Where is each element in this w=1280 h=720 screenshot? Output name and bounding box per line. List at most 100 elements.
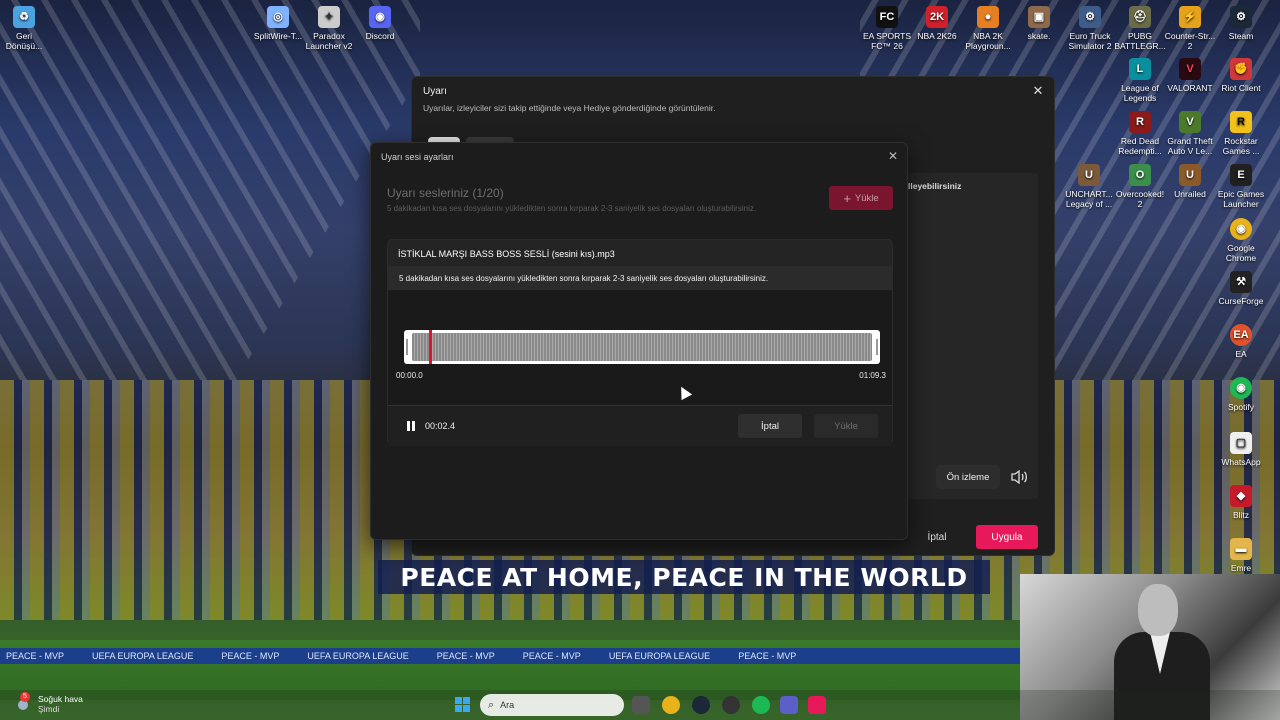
upload-label: Yükle — [854, 192, 879, 204]
skate-icon: ▣ — [1028, 6, 1050, 28]
desktop-icon-label: Rockstar Games ... — [1222, 136, 1260, 156]
desktop-icon-label: SplitWire-T... — [253, 31, 303, 41]
rockstar-icon: R — [1230, 111, 1252, 133]
valorant-icon: V — [1179, 58, 1201, 80]
waveform[interactable] — [412, 333, 872, 361]
search-placeholder: Ara — [500, 700, 515, 710]
desktop-icon-skate[interactable]: ▣ skate. — [1012, 6, 1066, 41]
desktop-icon-counter-strike[interactable]: ⚡ Counter-Str... 2 — [1163, 6, 1217, 51]
uncharted-icon: U — [1078, 164, 1100, 186]
desktop-icon-euro-truck[interactable]: ⚙ Euro Truck Simulator 2 — [1063, 6, 1117, 51]
file-name: İSTİKLAL MARŞI BASS BOSS SESLİ (sesini k… — [398, 249, 615, 259]
audio-trim-editor: İSTİKLAL MARŞI BASS BOSS SESLİ (sesini k… — [387, 239, 893, 446]
desktop-icon-league-of-legends[interactable]: L League of Legends — [1113, 58, 1167, 103]
desktop-icon-discord[interactable]: ◉ Discord — [353, 6, 407, 41]
ea-icon: EA — [1230, 324, 1252, 346]
trim-range[interactable] — [404, 330, 880, 364]
playhead[interactable] — [429, 330, 432, 364]
desktop-icon-splitwire[interactable]: ◎ SplitWire-T... — [251, 6, 305, 41]
desktop-icon-nba2k26[interactable]: 2K NBA 2K26 — [910, 6, 964, 41]
windows-start-icon[interactable] — [455, 697, 471, 713]
desktop-icon-uncharted[interactable]: U UNCHART... Legacy of ... — [1062, 164, 1116, 209]
overcooked-icon: O — [1129, 164, 1151, 186]
desktop-icon-recycle-bin[interactable]: ♻ Geri Dönüşü... — [0, 6, 51, 51]
trim-handle-start[interactable] — [406, 339, 408, 355]
pause-icon[interactable] — [406, 421, 416, 431]
desktop-icon-valorant[interactable]: V VALORANT — [1163, 58, 1217, 93]
current-time: 00:02.4 — [425, 421, 456, 431]
chrome-icon[interactable] — [662, 696, 680, 714]
desktop-icon-curseforge[interactable]: ⚒ CurseForge — [1214, 271, 1268, 306]
desktop-icon-label: NBA 2K26 — [917, 31, 957, 41]
league-icon: L — [1129, 58, 1151, 80]
desktop-icon-label: Paradox Launcher v2 — [305, 31, 353, 51]
desktop-icon-label: Red Dead Redempti... — [1118, 136, 1162, 156]
desktop-icon-ea-fc[interactable]: FC EA SPORTS FC™ 26 — [860, 6, 914, 51]
sounds-heading: Uyarı sesleriniz (1/20) — [387, 186, 504, 200]
board-text: PEACE - MVP — [436, 651, 495, 661]
euro-truck-icon: ⚙ — [1079, 6, 1101, 28]
teams-icon[interactable] — [780, 696, 798, 714]
desktop-icon-pubg[interactable]: ⛑ PUBG BATTLEGR... — [1113, 6, 1167, 51]
desktop-icon-label: Epic Games Launcher — [1217, 189, 1265, 209]
upload-button[interactable]: + Yükle — [829, 186, 893, 210]
desktop-icon-label: WhatsApp — [1221, 457, 1261, 467]
desktop-icon-blitz[interactable]: ◆ Blitz — [1214, 485, 1268, 520]
plus-icon: + — [843, 190, 851, 206]
close-icon[interactable]: ✕ — [1030, 83, 1046, 99]
app-icon[interactable] — [722, 696, 740, 714]
board-text: UEFA EUROPA LEAGUE — [307, 651, 409, 661]
close-icon[interactable]: ✕ — [885, 148, 901, 164]
desktop-icon-steam[interactable]: ⚙ Steam — [1214, 6, 1268, 41]
desktop-icon-gta-v[interactable]: V Grand Theft Auto V Le... — [1163, 111, 1217, 156]
steam-icon[interactable] — [692, 696, 710, 714]
pubg-icon: ⛑ — [1129, 6, 1151, 28]
weather-widget[interactable]: 5 Soğuk hava Şimdi — [14, 692, 83, 714]
desktop-icon-label: Blitz — [1232, 510, 1250, 520]
desktop-icon-riot-client[interactable]: ✊ Riot Client — [1214, 58, 1268, 93]
spotify-icon: ◉ — [1230, 377, 1252, 399]
desktop-icon-rockstar[interactable]: R Rockstar Games ... — [1214, 111, 1268, 156]
paradox-icon: ✦ — [318, 6, 340, 28]
desktop-icon-nba-playgrounds[interactable]: ● NBA 2K Playgroun... — [961, 6, 1015, 51]
chrome-icon: ◉ — [1230, 218, 1252, 240]
desktop-icon-epic-games[interactable]: E Epic Games Launcher — [1214, 164, 1268, 209]
desktop-icon-overcooked[interactable]: O Overcooked! 2 — [1113, 164, 1167, 209]
board-text: UEFA EUROPA LEAGUE — [92, 651, 194, 661]
desktop-icon-label: Steam — [1228, 31, 1254, 41]
file-explorer-icon[interactable] — [632, 696, 650, 714]
desktop-icon-label: Grand Theft Auto V Le... — [1167, 136, 1213, 156]
weather-badge: 5 — [20, 692, 30, 702]
desktop-icon-spotify[interactable]: ◉ Spotify — [1214, 377, 1268, 412]
start-time: 00:00.0 — [396, 371, 423, 380]
cancel-button[interactable]: İptal — [738, 414, 802, 438]
desktop-icon-whatsapp[interactable]: ▢ WhatsApp — [1214, 432, 1268, 467]
volume-icon[interactable] — [1010, 469, 1028, 485]
desktop-icon-label: Counter-Str... 2 — [1164, 31, 1216, 51]
taskbar-search[interactable]: ⌕ Ara — [480, 694, 624, 716]
desktop-icon-ea[interactable]: EA EA — [1214, 324, 1268, 359]
desktop-icon-label: Euro Truck Simulator 2 — [1068, 31, 1112, 51]
desktop-icon-label: Unrailed — [1174, 189, 1206, 199]
desktop-icon-emre-folder[interactable]: ▬ Emre — [1214, 538, 1268, 573]
desktop-icon-paradox[interactable]: ✦ Paradox Launcher v2 — [302, 6, 356, 51]
wallpaper-banner: PEACE AT HOME, PEACE IN THE WORLD — [378, 560, 990, 594]
red-dead-icon: R — [1129, 111, 1151, 133]
tiktok-icon[interactable] — [808, 696, 826, 714]
spotify-icon[interactable] — [752, 696, 770, 714]
board-text: PEACE - MVP — [6, 651, 65, 661]
blitz-icon: ◆ — [1230, 485, 1252, 507]
desktop-icon-label: EA SPORTS FC™ 26 — [862, 31, 912, 51]
trim-handle-end[interactable] — [876, 339, 878, 355]
board-text: PEACE - MVP — [522, 651, 581, 661]
desktop-icon-unrailed[interactable]: U Unrailed — [1163, 164, 1217, 199]
upload-button-disabled[interactable]: Yükle — [814, 414, 878, 438]
desktop-icon-label: VALORANT — [1167, 83, 1213, 93]
desktop-icon-chrome[interactable]: ◉ Google Chrome — [1214, 218, 1268, 263]
desktop-icon-red-dead[interactable]: R Red Dead Redempti... — [1113, 111, 1167, 156]
splitwire-icon: ◎ — [267, 6, 289, 28]
preview-button[interactable]: Ön izleme — [936, 465, 1000, 489]
unrailed-icon: U — [1179, 164, 1201, 186]
apply-button[interactable]: Uygula — [976, 525, 1038, 549]
cancel-button[interactable]: İptal — [910, 525, 964, 549]
